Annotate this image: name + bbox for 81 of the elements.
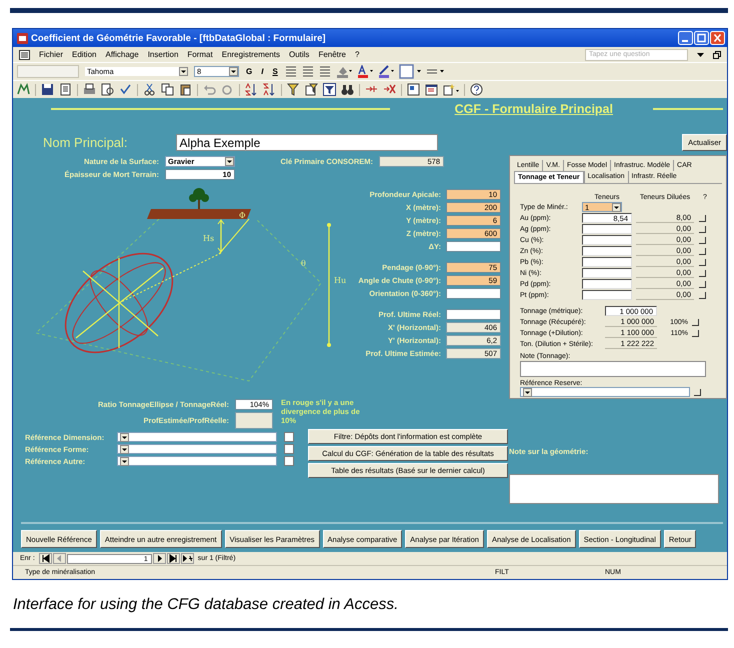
checkbox[interactable] bbox=[699, 280, 706, 288]
grade-field[interactable] bbox=[582, 290, 632, 300]
checkbox[interactable] bbox=[692, 330, 699, 336]
form-title: CGF - Formulaire Principal bbox=[454, 102, 613, 116]
preview-icon[interactable] bbox=[101, 83, 114, 96]
minimize-icon[interactable] bbox=[678, 31, 693, 45]
menu-item[interactable]: Affichage bbox=[105, 50, 139, 59]
grade-field[interactable] bbox=[582, 257, 632, 267]
dropdown-arrow-icon[interactable] bbox=[697, 51, 704, 58]
input-field[interactable] bbox=[446, 309, 501, 320]
style-button[interactable]: G bbox=[244, 67, 254, 76]
style-button[interactable]: I bbox=[259, 67, 266, 76]
checkbox[interactable] bbox=[694, 388, 701, 396]
maximize-icon[interactable] bbox=[694, 31, 709, 45]
spelling-icon[interactable] bbox=[119, 83, 132, 96]
new-record-icon[interactable] bbox=[180, 553, 194, 564]
database-window-icon[interactable] bbox=[425, 83, 438, 96]
delete-record-icon[interactable] bbox=[383, 83, 396, 96]
checkbox[interactable] bbox=[699, 248, 706, 254]
line-color-icon[interactable] bbox=[378, 65, 394, 78]
name-field[interactable]: Alpha Exemple bbox=[176, 134, 438, 151]
ratio-field bbox=[235, 412, 273, 429]
save-icon[interactable] bbox=[41, 83, 54, 96]
next-record-icon[interactable] bbox=[152, 553, 166, 564]
filter-icon[interactable] bbox=[323, 83, 336, 96]
file-icon[interactable] bbox=[59, 83, 72, 96]
align-right-icon[interactable] bbox=[318, 65, 331, 78]
checkbox[interactable] bbox=[699, 258, 706, 266]
menu-item[interactable]: Outils bbox=[288, 50, 310, 59]
grade-field[interactable] bbox=[582, 235, 632, 245]
checkbox[interactable] bbox=[699, 226, 706, 232]
caption: Interface for using the CFG database created in Access. bbox=[13, 596, 400, 614]
window-restore-icon[interactable] bbox=[713, 50, 721, 58]
style-button[interactable]: S bbox=[270, 67, 280, 76]
help-icon[interactable] bbox=[470, 83, 483, 96]
menu-item[interactable]: Format bbox=[187, 50, 213, 59]
fill-color-icon[interactable] bbox=[336, 65, 352, 78]
grade-field[interactable] bbox=[582, 268, 632, 278]
checkbox[interactable] bbox=[692, 318, 699, 326]
grade-field[interactable] bbox=[582, 279, 632, 289]
menu-item[interactable]: Fichier bbox=[39, 50, 64, 59]
note-field[interactable] bbox=[520, 361, 706, 377]
paste-icon[interactable] bbox=[179, 83, 192, 96]
filter-form-icon[interactable] bbox=[305, 83, 318, 96]
checkbox[interactable] bbox=[699, 214, 706, 222]
checkbox[interactable] bbox=[284, 432, 294, 442]
print-icon[interactable] bbox=[83, 83, 96, 96]
menu-item[interactable]: ? bbox=[355, 50, 360, 59]
sort-descending-icon[interactable] bbox=[263, 83, 276, 96]
first-record-icon[interactable] bbox=[38, 553, 52, 564]
checkbox[interactable] bbox=[699, 292, 706, 298]
input-field[interactable] bbox=[446, 241, 501, 252]
menu-item[interactable]: Edition bbox=[72, 50, 96, 59]
copy-icon[interactable] bbox=[161, 83, 174, 96]
border-icon[interactable] bbox=[398, 64, 421, 79]
properties-icon[interactable] bbox=[407, 83, 420, 96]
new-object-icon[interactable] bbox=[443, 83, 459, 96]
grade-field[interactable] bbox=[582, 224, 632, 234]
input-field[interactable] bbox=[446, 288, 501, 299]
filter-selection-icon[interactable] bbox=[287, 83, 300, 96]
font-color-icon[interactable] bbox=[356, 65, 373, 78]
app-icon[interactable] bbox=[17, 32, 28, 44]
cut-icon[interactable] bbox=[143, 83, 156, 96]
grade-field[interactable] bbox=[582, 246, 632, 256]
checkbox[interactable] bbox=[699, 236, 706, 244]
sort-ascending-icon[interactable] bbox=[245, 83, 258, 96]
window-title: Coefficient de Géométrie Favorable - [ftbDataGlobal : Formulaire] bbox=[31, 32, 326, 44]
align-left-icon[interactable] bbox=[284, 65, 297, 78]
align-center-icon[interactable] bbox=[302, 65, 314, 78]
menu-item[interactable]: Enregistrements bbox=[222, 50, 280, 59]
last-record-icon[interactable] bbox=[166, 553, 180, 564]
checkbox[interactable] bbox=[284, 456, 294, 466]
menu-item[interactable]: Fenêtre bbox=[318, 50, 346, 59]
geometry-note-field[interactable] bbox=[509, 474, 719, 504]
form-icon[interactable] bbox=[19, 50, 30, 60]
binoculars-icon[interactable] bbox=[341, 83, 354, 96]
close-icon[interactable] bbox=[710, 31, 725, 45]
checkbox[interactable] bbox=[284, 444, 294, 454]
checkbox[interactable] bbox=[699, 270, 706, 276]
menu-item[interactable]: Insertion bbox=[148, 50, 178, 59]
field-label: Nom Principal: bbox=[43, 135, 128, 150]
